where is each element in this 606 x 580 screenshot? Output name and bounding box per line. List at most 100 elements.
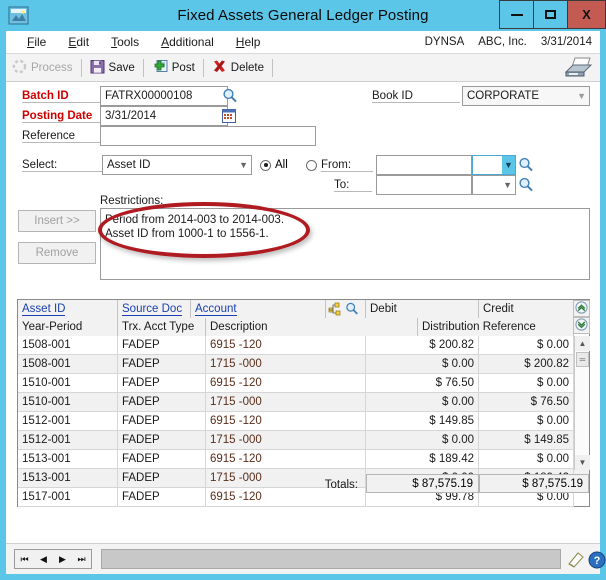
cell-debit[interactable]: $ 0.00 <box>366 431 479 450</box>
expand-hierarchy-icon[interactable] <box>328 302 342 318</box>
table-row[interactable]: 1512-001 FADEP 1715 -000 $ 0.00 $ 149.85 <box>18 431 589 450</box>
from-lookup-magnifier-icon[interactable] <box>518 157 534 176</box>
delete-button[interactable]: Delete <box>206 55 270 81</box>
grid-header-asset-id[interactable]: Asset ID <box>18 300 118 318</box>
cell-account[interactable]: 1715 -000 <box>206 355 366 374</box>
reference-field[interactable] <box>100 126 316 146</box>
grid-header-account[interactable]: Account <box>191 300 326 318</box>
book-id-combo[interactable]: CORPORATE ▼ <box>462 86 590 106</box>
cell-asset-id[interactable]: 1508-001 <box>18 336 118 355</box>
select-combo[interactable]: Asset ID ▼ <box>102 155 252 175</box>
cell-source-doc[interactable]: FADEP <box>118 393 206 412</box>
cell-account[interactable]: 6915 -120 <box>206 412 366 431</box>
table-row[interactable]: 1508-001 FADEP 1715 -000 $ 0.00 $ 200.82 <box>18 355 589 374</box>
cell-source-doc[interactable]: FADEP <box>118 450 206 469</box>
menu-item-tools[interactable]: Tools <box>100 31 150 54</box>
cell-debit[interactable]: $ 76.50 <box>366 374 479 393</box>
scrollbar-thumb[interactable]: ═ <box>576 352 589 367</box>
to-code-combo[interactable]: ▼ <box>472 175 516 195</box>
from-value-field[interactable] <box>376 155 472 175</box>
cell-account[interactable]: 6915 -120 <box>206 374 366 393</box>
cell-credit[interactable]: $ 0.00 <box>479 412 574 431</box>
cell-source-doc[interactable]: FADEP <box>118 336 206 355</box>
cell-source-doc[interactable]: FADEP <box>118 488 206 507</box>
close-icon: X <box>582 7 591 22</box>
lookup-magnifier-icon[interactable] <box>345 302 359 318</box>
printer-icon[interactable] <box>564 56 594 83</box>
cell-source-doc[interactable]: FADEP <box>118 374 206 393</box>
cell-credit[interactable]: $ 0.00 <box>479 450 574 469</box>
table-row[interactable]: 1512-001 FADEP 6915 -120 $ 149.85 $ 0.00 <box>18 412 589 431</box>
table-row[interactable]: 1510-001 FADEP 1715 -000 $ 0.00 $ 76.50 <box>18 393 589 412</box>
radio-range[interactable]: From: <box>306 159 373 172</box>
menu-item-file[interactable]: File <box>16 31 57 54</box>
grid-header-debit[interactable]: Debit <box>366 300 479 318</box>
cell-asset-id[interactable]: 1508-001 <box>18 355 118 374</box>
grid-scrollbar[interactable]: ▲ ═ ▼ <box>574 336 590 470</box>
cell-credit[interactable]: $ 0.00 <box>479 336 574 355</box>
previous-record-button[interactable]: ◀ <box>34 550 53 568</box>
help-icon[interactable]: ? <box>588 551 606 572</box>
cell-asset-id[interactable]: 1512-001 <box>18 412 118 431</box>
process-button[interactable]: Process <box>6 55 79 81</box>
scroll-up-button[interactable]: ▲ <box>575 336 590 351</box>
batch-id-field[interactable]: FATRX00000108 <box>100 86 228 106</box>
grid-header-icons <box>326 300 366 318</box>
scroll-to-top-button[interactable] <box>573 300 590 317</box>
table-row[interactable]: 1510-001 FADEP 6915 -120 $ 76.50 $ 0.00 <box>18 374 589 393</box>
from-code-combo[interactable]: ▼ <box>472 155 516 175</box>
cell-debit[interactable]: $ 0.00 <box>366 393 479 412</box>
scroll-down-button[interactable]: ▼ <box>575 455 590 470</box>
cell-account[interactable]: 6915 -120 <box>206 336 366 355</box>
cell-debit[interactable]: $ 200.82 <box>366 336 479 355</box>
remove-button[interactable]: Remove <box>18 242 96 264</box>
insert-button[interactable]: Insert >> <box>18 210 96 232</box>
grid-header-credit[interactable]: Credit <box>479 300 574 318</box>
cell-asset-id[interactable]: 1510-001 <box>18 374 118 393</box>
minimize-button[interactable] <box>499 0 534 29</box>
cell-asset-id[interactable]: 1517-001 <box>18 488 118 507</box>
radio-all[interactable]: All <box>260 159 288 171</box>
maximize-button[interactable] <box>533 0 568 29</box>
last-record-button[interactable]: ⏭ <box>72 550 91 568</box>
cell-debit[interactable]: $ 149.85 <box>366 412 479 431</box>
cell-asset-id[interactable]: 1513-001 <box>18 450 118 469</box>
table-row[interactable]: 1513-001 FADEP 6915 -120 $ 189.42 $ 0.00 <box>18 450 589 469</box>
cell-debit[interactable]: $ 189.42 <box>366 450 479 469</box>
cell-source-doc[interactable]: FADEP <box>118 412 206 431</box>
first-record-button[interactable]: ⏮ <box>15 550 34 568</box>
cell-credit[interactable]: $ 200.82 <box>479 355 574 374</box>
cell-account[interactable]: 6915 -120 <box>206 450 366 469</box>
next-record-button[interactable]: ▶ <box>53 550 72 568</box>
cell-debit[interactable]: $ 0.00 <box>366 355 479 374</box>
to-value-field[interactable] <box>376 175 472 195</box>
cell-asset-id[interactable]: 1510-001 <box>18 393 118 412</box>
calendar-icon[interactable] <box>222 109 236 126</box>
cell-credit[interactable]: $ 76.50 <box>479 393 574 412</box>
cell-account[interactable]: 1715 -000 <box>206 431 366 450</box>
batch-id-label: Batch ID <box>22 90 108 103</box>
cell-account[interactable]: 1715 -000 <box>206 393 366 412</box>
menu-item-edit[interactable]: Edit <box>57 31 100 54</box>
cell-credit[interactable]: $ 149.85 <box>479 431 574 450</box>
cell-source-doc[interactable]: FADEP <box>118 469 206 488</box>
note-icon[interactable] <box>567 551 585 572</box>
posting-date-field[interactable]: 3/31/2014 <box>100 106 228 126</box>
close-button[interactable]: X <box>567 0 606 29</box>
restrictions-list[interactable]: Period from 2014-003 to 2014-003. Asset … <box>100 208 590 280</box>
cell-source-doc[interactable]: FADEP <box>118 431 206 450</box>
to-lookup-magnifier-icon[interactable] <box>518 177 534 196</box>
grid-header-source-doc[interactable]: Source Doc <box>118 300 191 318</box>
post-button[interactable]: Post <box>146 55 201 81</box>
menu-item-additional[interactable]: Additional <box>150 31 225 54</box>
cell-asset-id[interactable]: 1512-001 <box>18 431 118 450</box>
grid-header-year-period: Year-Period <box>18 318 118 336</box>
batch-id-lookup-magnifier-icon[interactable] <box>222 88 238 107</box>
menu-item-help[interactable]: Help <box>225 31 272 54</box>
cell-asset-id[interactable]: 1513-001 <box>18 469 118 488</box>
table-row[interactable]: 1508-001 FADEP 6915 -120 $ 200.82 $ 0.00 <box>18 336 589 355</box>
cell-credit[interactable]: $ 0.00 <box>479 374 574 393</box>
cell-source-doc[interactable]: FADEP <box>118 355 206 374</box>
save-button[interactable]: Save <box>84 55 141 81</box>
scroll-to-bottom-button[interactable] <box>573 317 590 334</box>
